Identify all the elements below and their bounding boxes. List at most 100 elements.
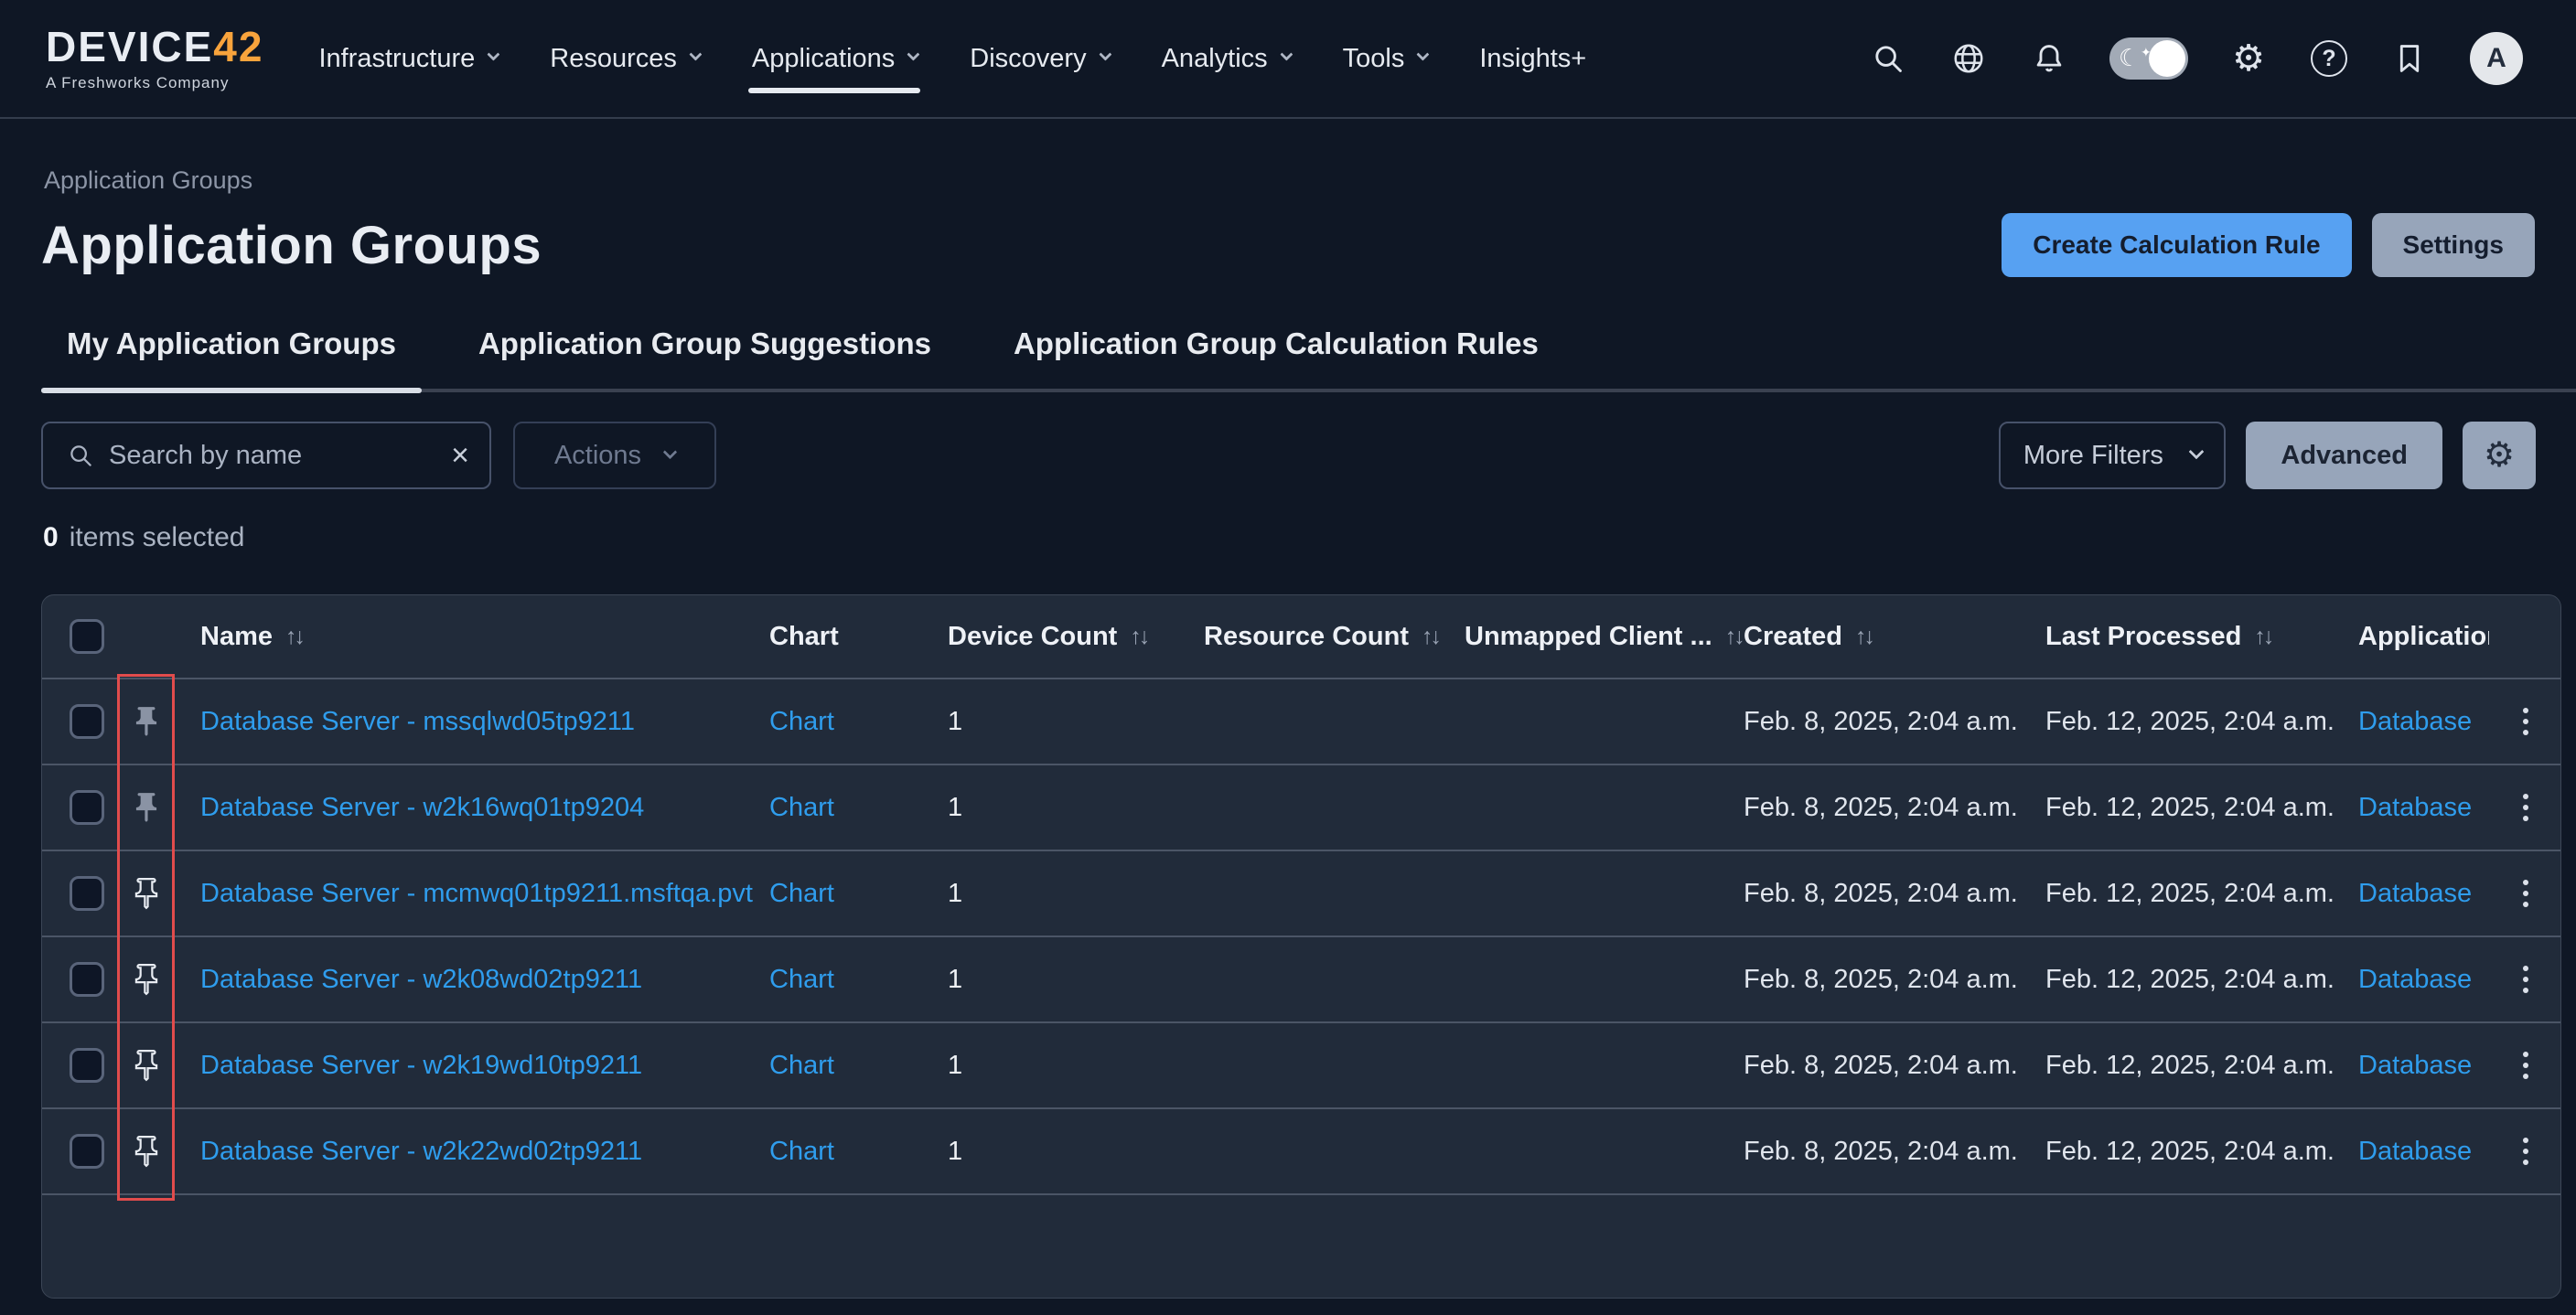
column-header-chart: Chart [769, 622, 948, 652]
bookmark-icon[interactable] [2389, 38, 2430, 79]
row-checkbox[interactable] [70, 876, 104, 911]
device-count-value: 1 [948, 1137, 1204, 1167]
device-count-value: 1 [948, 879, 1204, 909]
sort-icon[interactable]: ↑↓ [2254, 624, 2271, 650]
pin-icon[interactable] [127, 1132, 166, 1171]
moon-icon: ☾ [2119, 44, 2140, 72]
application-link[interactable]: Database [2358, 1051, 2472, 1081]
nav-item-analytics[interactable]: Analytics [1162, 0, 1290, 117]
actions-dropdown[interactable]: Actions [513, 422, 716, 489]
tab-bar: My Application Groups Application Group … [41, 326, 2576, 392]
row-menu-kebab-icon[interactable] [2489, 1052, 2561, 1079]
table-body: Database Server - mssqlwd05tp9211 Chart … [42, 679, 2560, 1195]
sort-icon[interactable]: ↑↓ [1855, 624, 1873, 650]
chart-link[interactable]: Chart [769, 707, 834, 737]
application-link[interactable]: Database [2358, 707, 2472, 737]
chevron-down-icon [2188, 444, 2204, 459]
column-header-device-count[interactable]: Device Count↑↓ [948, 622, 1204, 652]
pin-icon[interactable] [127, 702, 166, 741]
row-menu-kebab-icon[interactable] [2489, 1138, 2561, 1165]
nav-item-applications[interactable]: Applications [752, 0, 917, 117]
nav-item-insights[interactable]: Insights+ [1479, 0, 1586, 117]
row-menu-kebab-icon[interactable] [2489, 966, 2561, 993]
column-header-application[interactable]: Application [2336, 622, 2489, 652]
brand-name-white: DEVICE [46, 23, 213, 70]
pin-icon[interactable] [127, 788, 166, 827]
application-link[interactable]: Database [2358, 1137, 2472, 1167]
top-navigation-bar: DEVICE42 A Freshworks Company Infrastruc… [0, 0, 2576, 119]
pin-icon[interactable] [127, 1046, 166, 1085]
nav-item-resources[interactable]: Resources [550, 0, 699, 117]
more-filters-dropdown[interactable]: More Filters [1999, 422, 2226, 489]
column-header-resource-count[interactable]: Resource Count↑↓ [1204, 622, 1465, 652]
brand-logo[interactable]: DEVICE42 A Freshworks Company [46, 25, 263, 92]
nav-item-discovery[interactable]: Discovery [970, 0, 1108, 117]
application-link[interactable]: Database [2358, 879, 2472, 909]
row-menu-kebab-icon[interactable] [2489, 794, 2561, 821]
brand-name-accent: 42 [213, 23, 263, 70]
application-link[interactable]: Database [2358, 965, 2472, 995]
sort-icon[interactable]: ↑↓ [1130, 624, 1147, 650]
globe-language-icon[interactable] [1948, 38, 1989, 79]
pin-icon[interactable] [127, 960, 166, 999]
chevron-down-icon [488, 48, 500, 61]
created-value: Feb. 8, 2025, 2:04 a.m. [1744, 965, 2045, 995]
column-header-name[interactable]: Name↑↓ [175, 622, 769, 652]
clear-search-icon[interactable]: × [451, 442, 469, 469]
table-settings-button[interactable]: ⚙ [2463, 422, 2536, 489]
row-checkbox[interactable] [70, 1134, 104, 1169]
chart-link[interactable]: Chart [769, 965, 834, 995]
row-checkbox[interactable] [70, 704, 104, 739]
row-checkbox[interactable] [70, 1048, 104, 1083]
application-group-name-link[interactable]: Database Server - w2k22wd02tp9211 [200, 1137, 642, 1167]
application-group-name-link[interactable]: Database Server - w2k16wq01tp9204 [200, 793, 644, 823]
tab-my-application-groups[interactable]: My Application Groups [41, 326, 422, 392]
row-checkbox[interactable] [70, 790, 104, 825]
nav-item-tools[interactable]: Tools [1343, 0, 1427, 117]
chart-link[interactable]: Chart [769, 1137, 834, 1167]
application-group-name-link[interactable]: Database Server - mssqlwd05tp9211 [200, 707, 635, 737]
application-group-name-link[interactable]: Database Server - mcmwq01tp9211.msftqa.p… [200, 879, 753, 909]
chart-link[interactable]: Chart [769, 1051, 834, 1081]
last-processed-value: Feb. 12, 2025, 2:04 a.m. [2045, 707, 2336, 737]
row-checkbox[interactable] [70, 962, 104, 997]
chevron-down-icon [1099, 48, 1111, 61]
chart-link[interactable]: Chart [769, 793, 834, 823]
brand-name: DEVICE42 [46, 25, 263, 69]
notifications-bell-icon[interactable] [2029, 38, 2069, 79]
column-header-last-processed[interactable]: Last Processed↑↓ [2045, 622, 2336, 652]
row-menu-kebab-icon[interactable] [2489, 880, 2561, 907]
application-link[interactable]: Database [2358, 793, 2472, 823]
toggle-knob [2149, 40, 2185, 77]
application-group-name-link[interactable]: Database Server - w2k08wd02tp9211 [200, 965, 642, 995]
theme-toggle[interactable]: ☾ ✦ [2109, 37, 2188, 80]
user-avatar[interactable]: A [2470, 32, 2523, 85]
search-input[interactable] [109, 441, 436, 471]
chart-link[interactable]: Chart [769, 879, 834, 909]
table-row: Database Server - w2k19wd10tp9211 Chart … [42, 1023, 2560, 1109]
help-icon[interactable]: ? [2309, 38, 2349, 79]
search-icon[interactable] [1868, 38, 1908, 79]
nav-item-infrastructure[interactable]: Infrastructure [318, 0, 497, 117]
gear-icon: ⚙ [2484, 437, 2515, 474]
sort-icon[interactable]: ↑↓ [1422, 624, 1439, 650]
advanced-button[interactable]: Advanced [2246, 422, 2442, 489]
settings-gear-icon[interactable]: ⚙ [2228, 38, 2269, 79]
settings-button[interactable]: Settings [2372, 213, 2535, 277]
select-all-checkbox[interactable] [70, 619, 104, 654]
sort-icon[interactable]: ↑↓ [1725, 624, 1743, 650]
application-group-name-link[interactable]: Database Server - w2k19wd10tp9211 [200, 1051, 642, 1081]
column-header-unmapped-client[interactable]: Unmapped Client ...↑↓ [1465, 622, 1744, 652]
sort-icon[interactable]: ↑↓ [285, 624, 303, 650]
tab-application-group-calculation-rules[interactable]: Application Group Calculation Rules [988, 326, 1564, 392]
last-processed-value: Feb. 12, 2025, 2:04 a.m. [2045, 879, 2336, 909]
tab-application-group-suggestions[interactable]: Application Group Suggestions [453, 326, 957, 392]
create-calculation-rule-button[interactable]: Create Calculation Rule [2002, 213, 2351, 277]
table-row: Database Server - w2k16wq01tp9204 Chart … [42, 765, 2560, 851]
page-header: Application Groups Create Calculation Ru… [41, 213, 2535, 277]
pin-icon[interactable] [127, 874, 166, 913]
row-menu-kebab-icon[interactable] [2489, 708, 2561, 735]
column-header-created[interactable]: Created↑↓ [1744, 622, 2045, 652]
breadcrumb[interactable]: Application Groups [41, 166, 2576, 195]
table-toolbar: × Actions More Filters Advanced ⚙ [41, 422, 2536, 489]
